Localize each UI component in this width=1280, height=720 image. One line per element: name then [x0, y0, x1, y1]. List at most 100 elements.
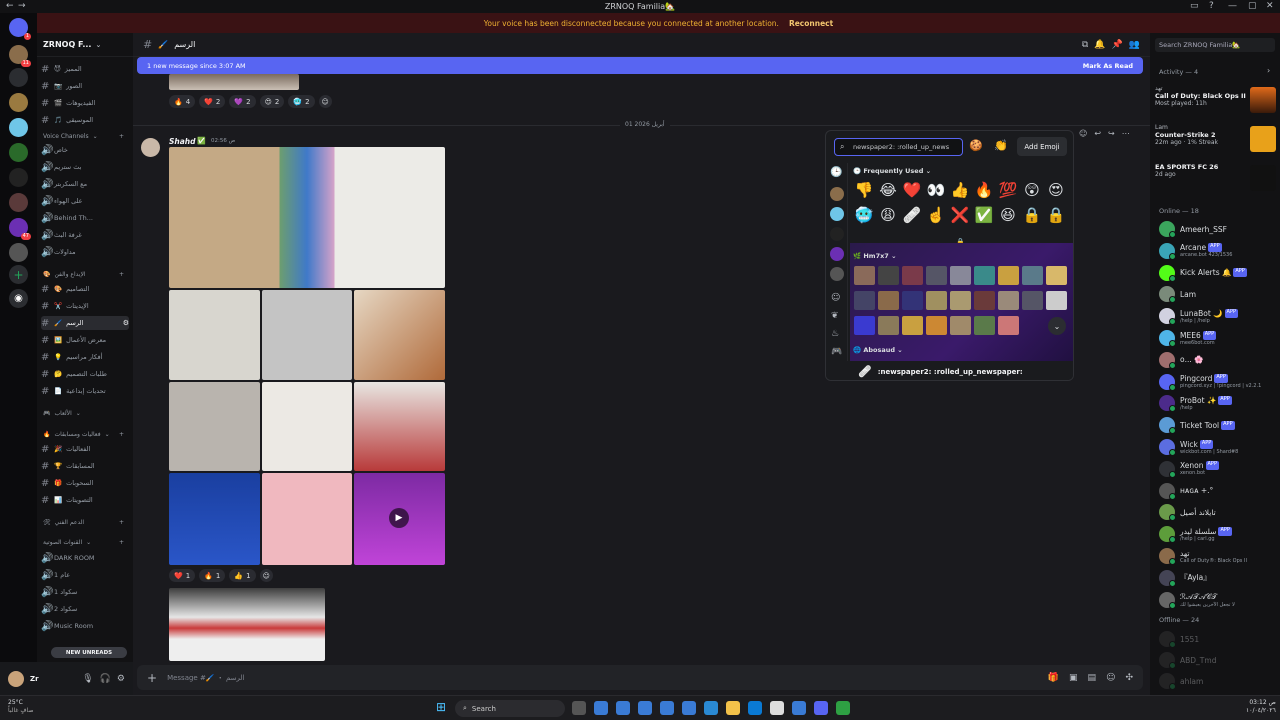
category-creative[interactable]: 🎨 الإبداع والفن + — [43, 271, 124, 278]
members-icon[interactable]: 👥 — [1129, 40, 1140, 50]
hand-wave-icon[interactable]: 👏 — [994, 139, 1008, 152]
custom-emoji[interactable] — [854, 266, 875, 285]
voice-channel-item[interactable]: 🔊 Music Room — [41, 619, 129, 633]
member-item[interactable]: Wick APP wickbot.com | Shard#8 — [1159, 437, 1277, 457]
custom-emoji[interactable] — [950, 291, 971, 310]
custom-emoji[interactable] — [950, 316, 971, 335]
file-explorer-icon[interactable] — [726, 701, 740, 715]
server-icon[interactable] — [9, 93, 28, 112]
leaf-icon[interactable]: ❦ — [831, 311, 839, 321]
custom-emoji[interactable] — [1046, 291, 1067, 310]
channel-item[interactable]: # 📊 التصويتات — [41, 493, 129, 507]
forward-icon[interactable]: ↪ — [1108, 129, 1115, 138]
store-icon[interactable] — [770, 701, 784, 715]
member-item[interactable]: Arcane APP arcane.bot 423/1536 — [1159, 241, 1277, 261]
new-messages-bar[interactable]: 1 new message since 3:07 AM Mark As Read — [137, 57, 1143, 74]
voice-channel-item[interactable]: 🔊 على الهواء — [41, 194, 129, 208]
member-item[interactable]: سلسلة ليدر APP/help | carl.gg — [1159, 524, 1277, 544]
add-channel-icon[interactable]: + — [119, 519, 124, 526]
edge-icon[interactable] — [748, 701, 762, 715]
back-arrow-icon[interactable]: ← — [6, 1, 14, 11]
member-item[interactable]: تايلاند أصيل — [1159, 502, 1277, 522]
channel-item[interactable]: # 🎬 الفيديوهات — [41, 96, 129, 110]
voice-channel-item[interactable]: 🔊 مع السكربتر — [41, 177, 129, 191]
custom-emoji[interactable] — [902, 316, 923, 335]
reaction[interactable]: 💜 2 — [229, 95, 256, 108]
gallery-image[interactable] — [262, 473, 352, 565]
add-reaction-icon[interactable]: ☺ — [318, 95, 332, 108]
emoji-option[interactable]: 😩 — [878, 205, 898, 225]
emoji-search-input[interactable]: ⌕ newspaper2: :rolled_up_news — [834, 138, 963, 156]
member-item[interactable]: LunaBot 🌙 APP/help | /help — [1159, 306, 1277, 326]
gallery-video[interactable]: ▶ — [354, 473, 445, 565]
emoji-option[interactable]: 🩹 — [902, 205, 922, 225]
emoji-option[interactable]: 👎 — [854, 180, 874, 200]
voice-channel-item[interactable]: 🔊 سكواد 1 — [41, 585, 129, 599]
member-item[interactable]: ᴏ... 🌸 — [1159, 350, 1277, 370]
category-games[interactable]: 🎮 الألعاب ⌄ — [43, 410, 81, 417]
controller-icon[interactable]: 🎮 — [831, 347, 842, 357]
reply-icon[interactable]: ↩ — [1094, 129, 1101, 138]
server-search-input[interactable]: Search ZRNOQ Familia🏡 — [1155, 38, 1275, 52]
custom-emoji[interactable] — [878, 316, 899, 335]
member-item[interactable]: ProBot ✨ APP/help — [1159, 393, 1277, 413]
apps-icon[interactable]: ✣ — [1125, 673, 1133, 683]
taskbar-search[interactable]: ⌕ Search — [455, 700, 565, 717]
emoji-icon[interactable]: ☺ — [1106, 673, 1115, 683]
reaction[interactable]: ❤️ 2 — [199, 95, 226, 108]
custom-emoji[interactable] — [974, 291, 995, 310]
member-item[interactable]: Pingcord APP pingcord.xyz | !pingcord | v2… — [1159, 372, 1277, 392]
gallery-image[interactable] — [354, 290, 445, 380]
clock[interactable]: 03:12 ص ١٠/٠٤/٢٠٢٦ — [1246, 699, 1276, 715]
custom-emoji[interactable] — [998, 291, 1019, 310]
close-icon[interactable]: ✕ — [1266, 1, 1274, 11]
emoji-option[interactable]: 🔥 — [974, 180, 994, 200]
server-icon[interactable] — [9, 68, 28, 87]
forward-arrow-icon[interactable]: → — [18, 1, 26, 11]
pin-icon[interactable]: 📌 — [1112, 40, 1123, 50]
member-offline[interactable]: ABD_Tmd — [1159, 650, 1277, 670]
channel-item[interactable]: # 🎁 السحوبات — [41, 476, 129, 490]
emoji-option[interactable]: 💯 — [998, 180, 1018, 200]
channel-item[interactable]: # 😈 المميز — [41, 62, 129, 76]
food-icon[interactable]: ♨ — [831, 329, 839, 339]
activity-card[interactable]: Lam Counter-Strike 2 22m ago · 1% Streak — [1155, 124, 1276, 160]
member-item[interactable]: 『Ayla』 — [1159, 568, 1277, 588]
category-voice[interactable]: Voice Channels ⌄ + — [43, 133, 124, 140]
member-item[interactable]: تهد Call of Duty®: Black Ops II — [1159, 546, 1277, 566]
gif-icon[interactable]: ▣ — [1069, 673, 1078, 683]
member-item[interactable]: Ameerh_SSF — [1159, 219, 1277, 239]
custom-emoji[interactable] — [998, 266, 1019, 285]
gallery-image[interactable] — [169, 147, 445, 288]
server-icon[interactable] — [9, 168, 28, 187]
channel-item[interactable]: # 📷 الصور — [41, 79, 129, 93]
member-offline[interactable]: 1551 — [1159, 629, 1277, 649]
add-server-icon[interactable]: + — [9, 265, 28, 284]
custom-emoji[interactable] — [902, 266, 923, 285]
emoji-option[interactable]: 👀 — [926, 180, 946, 200]
emoji-option[interactable]: 👍 — [950, 180, 970, 200]
minimize-icon[interactable]: — — [1228, 1, 1237, 11]
chevron-right-icon[interactable]: › — [1267, 66, 1270, 75]
channel-item[interactable]: # 🖼️ معرض الأعمال — [41, 333, 129, 347]
server-icon[interactable] — [9, 118, 28, 137]
discord-icon[interactable] — [814, 701, 828, 715]
play-icon[interactable]: ▶ — [389, 508, 409, 528]
weather-widget[interactable]: 25°C صافٍ غالباً — [8, 699, 33, 715]
custom-emoji[interactable] — [926, 291, 947, 310]
channel-item[interactable]: # 💡 أفكار مراسيم — [41, 350, 129, 364]
chrome-icon[interactable] — [682, 701, 696, 715]
task-view-icon[interactable] — [572, 701, 586, 715]
voice-channel-item[interactable]: 🔊 غرفة البث — [41, 228, 129, 242]
emoji-option[interactable]: 😆 — [998, 205, 1018, 225]
voice-channel-item[interactable]: 🔊 سكواد 2 — [41, 602, 129, 616]
gallery-image[interactable] — [169, 473, 260, 565]
add-emoji-button[interactable]: Add Emoji — [1017, 137, 1067, 156]
gallery-image[interactable] — [169, 290, 260, 380]
reaction[interactable]: ❤️ 1 — [169, 569, 196, 582]
sticker-icon[interactable]: ▤ — [1088, 673, 1097, 683]
voice-channel-item[interactable]: 🔊 Behind Th... — [41, 211, 129, 225]
add-reaction-icon[interactable]: ☺ — [259, 569, 273, 582]
threads-icon[interactable]: ⧉ — [1082, 40, 1088, 50]
clock-icon[interactable]: 🕒 — [830, 167, 842, 178]
